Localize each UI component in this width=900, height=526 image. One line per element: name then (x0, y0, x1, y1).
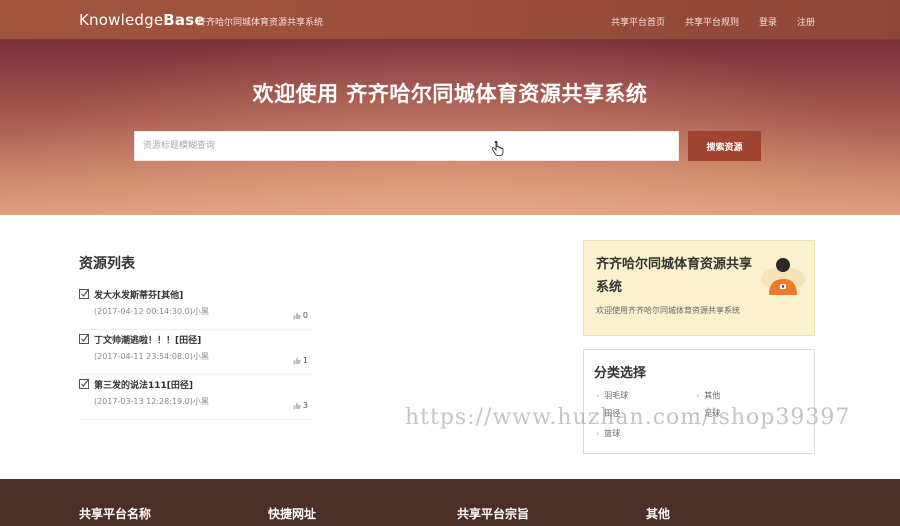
like-number: 0 (302, 311, 308, 320)
list-item[interactable]: 发大水发斯蒂芬[其他] (2017-04-12 00:14:30.0)小黑 0 (79, 285, 312, 330)
footer: 共享平台名称 快捷网址 共享平台宗旨 其他 (0, 479, 900, 526)
welcome-card: 齐齐哈尔同城体育资源共享系统 欢迎使用齐齐哈尔同城体育资源共享系统 (583, 240, 815, 336)
list-item[interactable]: 第三发的说法111[田径] (2017-03-13 12:28:19.0)小黑 … (79, 375, 312, 420)
footer-platform-name: 共享平台名称 (79, 507, 152, 521)
category-badminton[interactable]: › 羽毛球 (596, 390, 628, 401)
like-count[interactable]: 0 (293, 311, 308, 320)
category-card: 分类选择 › 羽毛球 › 其他 › 田径 › 足球 › 篮球 (583, 349, 815, 454)
category-title: 分类选择 (594, 366, 647, 381)
like-number: 3 (302, 401, 308, 410)
chevron-right-icon: › (696, 391, 700, 400)
resource-meta: (2017-04-12 00:14:30.0)小黑 (94, 307, 209, 316)
resource-list-title: 资源列表 (79, 256, 135, 272)
nav-register[interactable]: 注册 (797, 15, 815, 28)
like-count[interactable]: 3 (293, 401, 308, 410)
main-nav: 共享平台首页 共享平台规则 登录 注册 (611, 15, 815, 28)
logo-light: Knowledge (79, 11, 164, 29)
nav-rules[interactable]: 共享平台规则 (685, 15, 739, 28)
chevron-right-icon: › (596, 391, 600, 400)
resource-name[interactable]: 发大水发斯蒂芬[其他] (94, 288, 183, 301)
hero-banner: 欢迎使用 齐齐哈尔同城体育资源共享系统 搜索资源 (0, 40, 900, 215)
search-button[interactable]: 搜索资源 (688, 131, 761, 161)
footer-purpose: 共享平台宗旨 (457, 507, 530, 521)
resource-name[interactable]: 丁文帅潮逃啦！！！[田径] (94, 333, 201, 346)
top-header: KnowledgeBase 齐齐哈尔同城体育资源共享系统 共享平台首页 共享平台… (0, 0, 900, 40)
resource-meta: (2017-04-11 23:54:08.0)小黑 (94, 352, 209, 361)
edit-icon (79, 289, 89, 299)
hand-cursor-icon (492, 141, 504, 156)
site-subtitle: 齐齐哈尔同城体育资源共享系统 (197, 18, 324, 28)
chevron-right-icon: › (596, 429, 600, 438)
welcome-text: 欢迎使用齐齐哈尔同城体育资源共享系统 (596, 306, 740, 315)
footer-other: 其他 (646, 507, 671, 521)
thumbs-up-icon (293, 357, 301, 364)
thumbs-up-icon (293, 402, 301, 409)
footer-quick-links: 快捷网址 (268, 507, 317, 521)
resource-name[interactable]: 第三发的说法111[田径] (94, 378, 193, 391)
search-input[interactable] (134, 131, 679, 161)
like-count[interactable]: 1 (293, 356, 308, 365)
resource-list: 发大水发斯蒂芬[其他] (2017-04-12 00:14:30.0)小黑 0 … (79, 285, 312, 420)
nav-home[interactable]: 共享平台首页 (611, 15, 665, 28)
nav-login[interactable]: 登录 (759, 15, 777, 28)
category-other[interactable]: › 其他 (696, 390, 720, 401)
hero-title: 欢迎使用 齐齐哈尔同城体育资源共享系统 (252, 82, 648, 106)
resource-meta: (2017-03-13 12:28:19.0)小黑 (94, 397, 209, 406)
welcome-title: 齐齐哈尔同城体育资源共享系统 (596, 257, 753, 295)
user-avatar-icon (761, 258, 805, 295)
thumbs-up-icon (293, 312, 301, 319)
like-number: 1 (302, 356, 308, 365)
list-item[interactable]: 丁文帅潮逃啦！！！[田径] (2017-04-11 23:54:08.0)小黑 … (79, 330, 312, 375)
edit-icon (79, 334, 89, 344)
logo[interactable]: KnowledgeBase (79, 11, 205, 29)
watermark-text: https://www.huzhan.com/ishop39397 (405, 405, 851, 430)
edit-icon (79, 379, 89, 389)
